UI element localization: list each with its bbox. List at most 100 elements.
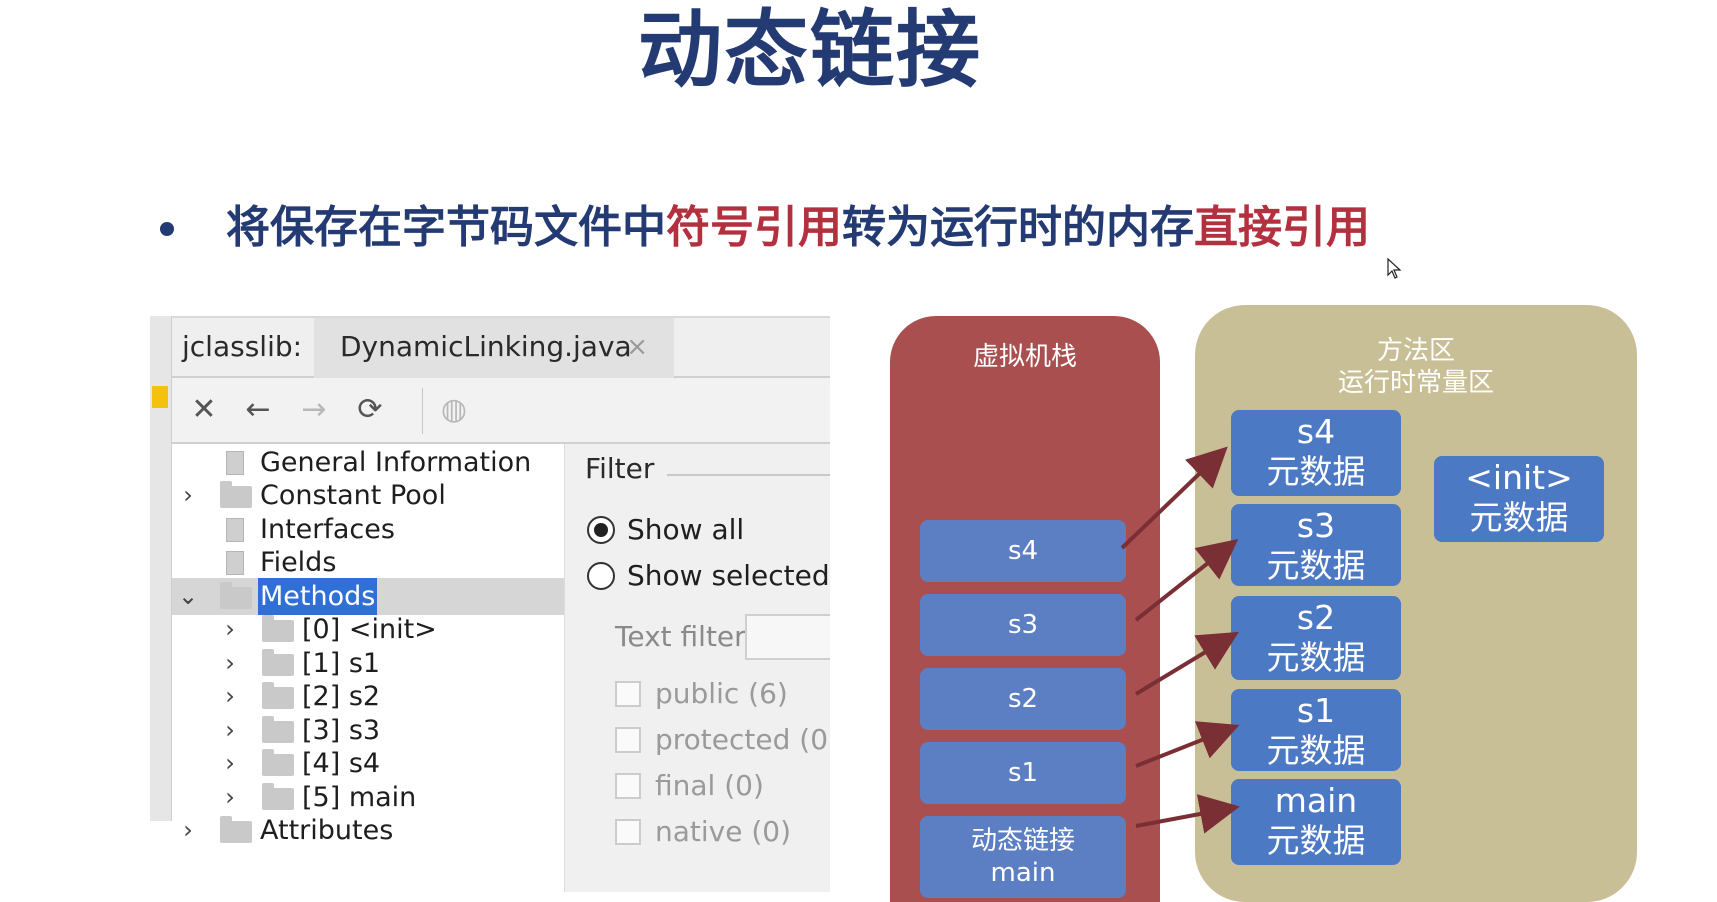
- metadata-init: <init> 元数据: [1434, 456, 1604, 542]
- tree-item-methods[interactable]: ⌄ Methods: [172, 578, 564, 615]
- chevron-right-icon[interactable]: ›: [218, 779, 242, 816]
- stack-frame-s2: s2: [920, 668, 1126, 730]
- close-icon[interactable]: ✕: [186, 392, 222, 428]
- checkbox[interactable]: [615, 727, 641, 753]
- metadata-label: 元数据: [1266, 452, 1366, 491]
- tab-prefix-label: jclasslib:: [182, 330, 303, 363]
- chevron-right-icon[interactable]: ›: [176, 812, 200, 849]
- bullet-part2: 转为运行时的内存: [842, 202, 1194, 253]
- metadata-name: s3: [1296, 506, 1336, 545]
- tree-item-label: [3] s3: [302, 715, 381, 746]
- tree-item-method-s3[interactable]: › [3] s3: [172, 712, 564, 749]
- filter-panel: Filter Show all Show selected Text filte…: [564, 444, 830, 892]
- runtime-pool-label: 运行时常量区: [1337, 368, 1494, 398]
- folder-icon: [220, 582, 252, 609]
- tree-item-label: [0] <init>: [302, 614, 437, 645]
- filter-divider: [667, 474, 830, 476]
- tree-item-method-s1[interactable]: › [1] s1: [172, 645, 564, 682]
- folder-icon: [262, 615, 294, 642]
- metadata-label: 元数据: [1469, 498, 1569, 537]
- back-arrow-icon[interactable]: ←: [240, 392, 276, 428]
- chevron-right-icon[interactable]: ›: [218, 745, 242, 782]
- editor-gutter: [150, 316, 172, 821]
- frame-label: s4: [1007, 536, 1039, 566]
- text-filter-input[interactable]: [745, 614, 830, 660]
- metadata-label: 元数据: [1266, 638, 1366, 677]
- bullet-dot: [160, 222, 174, 236]
- folder-icon: [220, 816, 252, 843]
- tree-item-attributes[interactable]: › Attributes: [172, 812, 564, 849]
- tree-item-method-s2[interactable]: › [2] s2: [172, 678, 564, 715]
- folder-icon: [262, 783, 294, 810]
- metadata-name: s2: [1296, 598, 1336, 637]
- metadata-label: 元数据: [1266, 821, 1366, 860]
- tree-item-general-information[interactable]: General Information: [172, 444, 564, 481]
- filter-title: Filter: [585, 452, 655, 485]
- radio-label: Show all: [627, 513, 745, 546]
- checkbox-label: native (0): [655, 815, 792, 848]
- chevron-right-icon[interactable]: ›: [218, 645, 242, 682]
- radio-button[interactable]: [587, 562, 615, 590]
- mouse-cursor-icon: [1387, 258, 1402, 279]
- chevron-right-icon[interactable]: ›: [218, 712, 242, 749]
- bullet-highlight-direct-ref: 直接引用: [1194, 202, 1370, 253]
- tree-item-method-main[interactable]: › [5] main: [172, 779, 564, 816]
- checkbox[interactable]: [615, 773, 641, 799]
- bullet-highlight-symbolic-ref: 符号引用: [666, 202, 842, 253]
- metadata-s2: s2 元数据: [1231, 596, 1401, 680]
- class-tree: General Information › Constant Pool Inte…: [172, 444, 564, 892]
- tab-close-icon[interactable]: ×: [626, 332, 648, 362]
- tab-bar: jclasslib: DynamicLinking.java ×: [172, 316, 830, 378]
- tree-item-label: General Information: [260, 447, 532, 478]
- checkbox[interactable]: [615, 681, 641, 707]
- tree-item-label: Constant Pool: [260, 480, 446, 511]
- radio-button-checked[interactable]: [587, 516, 615, 544]
- document-icon: [226, 551, 244, 575]
- method-area-box: 方法区 运行时常量区 s4 元数据 s3 元数据 s2 元数据 s1 元数据 m…: [1195, 305, 1637, 902]
- folder-icon: [262, 716, 294, 743]
- folder-icon: [220, 481, 252, 508]
- tab-label: DynamicLinking.java: [340, 330, 632, 363]
- chevron-right-icon[interactable]: ›: [218, 678, 242, 715]
- gutter-marker: [152, 386, 168, 408]
- vm-stack-title: 虚拟机栈: [972, 342, 1077, 372]
- checkbox[interactable]: [615, 819, 641, 845]
- tree-item-method-s4[interactable]: › [4] s4: [172, 745, 564, 782]
- chevron-right-icon[interactable]: ›: [218, 611, 242, 648]
- stack-frame-s3: s3: [920, 594, 1126, 656]
- metadata-name: main: [1274, 781, 1358, 820]
- tree-item-label: Attributes: [260, 815, 394, 846]
- slide-title: 动态链接: [637, 1, 982, 99]
- tree-item-fields[interactable]: Fields: [172, 544, 564, 581]
- checkbox-label: public (6): [655, 677, 788, 710]
- tree-item-method-init[interactable]: › [0] <init>: [172, 611, 564, 648]
- toolbar: ✕ ← → ⟳ ◍: [172, 378, 830, 444]
- tree-item-label: [2] s2: [302, 681, 381, 712]
- tab-dynamiclinking[interactable]: DynamicLinking.java ×: [314, 318, 674, 378]
- stack-frame-s1: s1: [920, 742, 1126, 804]
- radio-label: Show selected: [627, 559, 830, 592]
- chevron-down-icon[interactable]: ⌄: [176, 578, 200, 615]
- stack-frame-main: 动态链接 main: [920, 816, 1126, 898]
- frame-label-main: main: [990, 858, 1056, 888]
- metadata-name: <init>: [1465, 458, 1573, 497]
- folder-icon: [262, 649, 294, 676]
- tree-item-label: Fields: [260, 547, 337, 578]
- frame-label: s3: [1007, 610, 1039, 640]
- checkbox-label: protected (0): [655, 723, 830, 756]
- checkbox-label: final (0): [655, 769, 764, 802]
- text-filter-label: Text filter:: [615, 620, 755, 653]
- document-icon: [226, 451, 244, 475]
- refresh-icon[interactable]: ⟳: [352, 392, 388, 428]
- chevron-right-icon[interactable]: ›: [176, 477, 200, 514]
- forward-arrow-icon[interactable]: →: [296, 392, 332, 428]
- browser-globe-icon[interactable]: ◍: [436, 392, 472, 428]
- document-icon: [226, 518, 244, 542]
- bullet-text: 将保存在字节码文件中符号引用转为运行时的内存直接引用: [226, 196, 1370, 260]
- jclasslib-window: jclasslib: DynamicLinking.java × ✕ ← → ⟳…: [150, 316, 830, 892]
- tree-item-label: [1] s1: [302, 648, 381, 679]
- tree-item-constant-pool[interactable]: › Constant Pool: [172, 477, 564, 514]
- folder-icon: [262, 749, 294, 776]
- metadata-main: main 元数据: [1231, 779, 1401, 865]
- tree-item-interfaces[interactable]: Interfaces: [172, 511, 564, 548]
